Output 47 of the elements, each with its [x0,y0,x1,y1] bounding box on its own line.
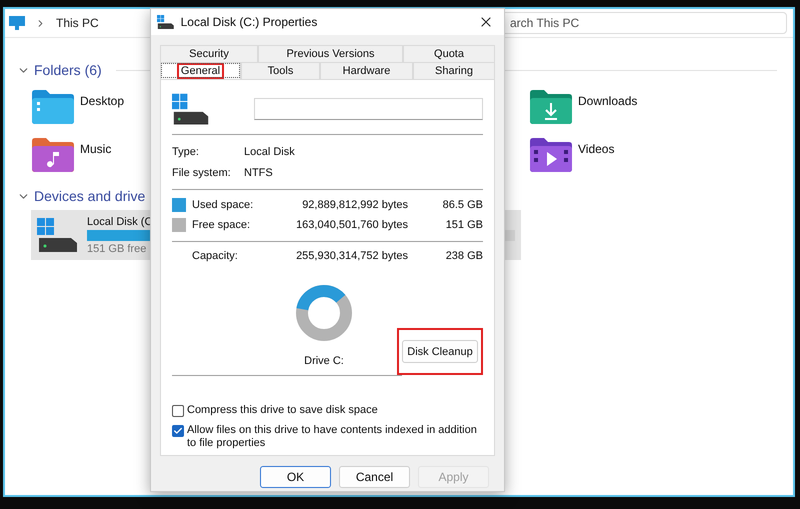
video-folder-icon [530,138,572,172]
property-value: Local Disk [244,146,296,158]
space-label: Used space: [192,199,254,211]
property-value: NTFS [244,166,274,178]
dialog-button[interactable]: OK [260,466,331,488]
capacity-label: Capacity: [192,250,239,262]
space-bytes: 163,040,501,760 bytes [295,219,408,231]
checkbox[interactable] [172,405,184,417]
breadcrumb[interactable]: This PC [56,16,99,30]
tab[interactable]: General [160,62,241,79]
checkbox-label[interactable]: Allow files on this drive to have contents indexed in addition to file properties [187,424,483,450]
checkbox-label[interactable]: Compress this drive to save disk space [187,404,483,417]
checkbox[interactable] [172,425,184,437]
tab[interactable]: Previous Versions [258,45,403,62]
folder-name[interactable]: Downloads [578,94,638,108]
tab[interactable]: Hardware [320,62,413,79]
computer-icon [9,16,25,30]
drive-icon [37,218,79,252]
tab[interactable]: Security [160,45,258,62]
property-label: File system: [172,166,232,178]
folder-name[interactable]: Desktop [80,94,124,108]
disk-cleanup-button[interactable]: Disk Cleanup [402,340,478,363]
property-label: Type: [172,146,200,158]
space-size: 151 GB [444,219,483,231]
capacity-bytes: 255,930,314,752 bytes [295,250,408,262]
space-label: Free space: [192,219,252,231]
dialog-button[interactable]: Cancel [339,466,410,488]
drive-icon [157,14,175,30]
folder-name[interactable]: Videos [578,142,614,156]
drive-label: Drive C: [304,355,344,367]
section-title[interactable]: Devices and drive [34,188,146,204]
drive-name-field[interactable] [254,98,483,120]
tab[interactable]: Tools [241,62,320,79]
space-bytes: 92,889,812,992 bytes [301,199,408,211]
tab[interactable]: Sharing [413,62,495,79]
drive-icon [172,92,210,126]
capacity-size: 238 GB [444,250,483,262]
section-title[interactable]: Folders (6) [34,62,102,78]
disk-usage-ring [294,283,354,343]
folder-icon [32,90,74,124]
download-folder-icon [530,90,572,124]
tab[interactable]: Quota [403,45,495,62]
free-space-text: 151 GB free [87,242,146,254]
folder-name[interactable]: Music [80,142,112,156]
space-size: 86.5 GB [442,199,483,211]
dialog-title: Local Disk (C:) Properties [180,15,318,29]
music-folder-icon [32,138,74,172]
